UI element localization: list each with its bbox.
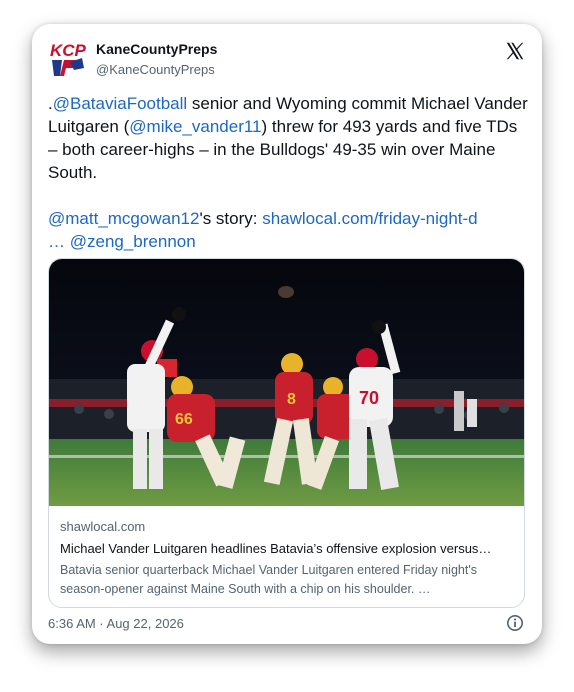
author-name[interactable]: KaneCountyPreps xyxy=(96,41,217,57)
avatar[interactable]: KCP xyxy=(48,38,88,78)
mention-bataviafootball[interactable]: @BataviaFootball xyxy=(53,94,187,113)
mention-mike-vander[interactable]: @mike_vander11 xyxy=(129,117,261,136)
author-handle[interactable]: @KaneCountyPreps xyxy=(96,62,215,77)
card-headline[interactable]: Michael Vander Luitgaren headlines Batav… xyxy=(60,541,515,556)
card-description: Batavia senior quarterback Michael Vande… xyxy=(60,563,477,596)
link-preview-card[interactable]: 66 8 70 shawlocal.com Michael Vander Lui… xyxy=(48,258,525,608)
tweet-text: .@BataviaFootball senior and Wyoming com… xyxy=(48,92,528,253)
tweet-card: KCP KaneCountyPreps @KaneCountyPreps .@B… xyxy=(32,24,542,644)
jersey-66: 66 xyxy=(175,411,193,428)
card-domain[interactable]: shawlocal.com xyxy=(60,519,145,534)
tweet-text-c: 's story: xyxy=(199,209,263,228)
mention-matt-mcgowan[interactable]: @matt_mcgowan12 xyxy=(48,209,199,228)
x-logo-icon[interactable] xyxy=(504,40,526,62)
jersey-8: 8 xyxy=(287,391,296,408)
jersey-70: 70 xyxy=(359,388,379,408)
story-link[interactable]: shawlocal.com/friday-night-d xyxy=(262,209,477,228)
svg-text:KCP: KCP xyxy=(50,41,87,60)
mention-zeng-brennon[interactable]: @zeng_brennon xyxy=(70,232,196,251)
info-icon[interactable] xyxy=(506,614,524,632)
timestamp[interactable]: 6:36 AM · Aug 22, 2026 xyxy=(48,616,184,631)
football-photo[interactable]: 66 8 70 xyxy=(49,259,524,506)
link-ellipsis[interactable]: … xyxy=(48,232,70,251)
kcp-logo-icon: KCP xyxy=(50,41,87,76)
